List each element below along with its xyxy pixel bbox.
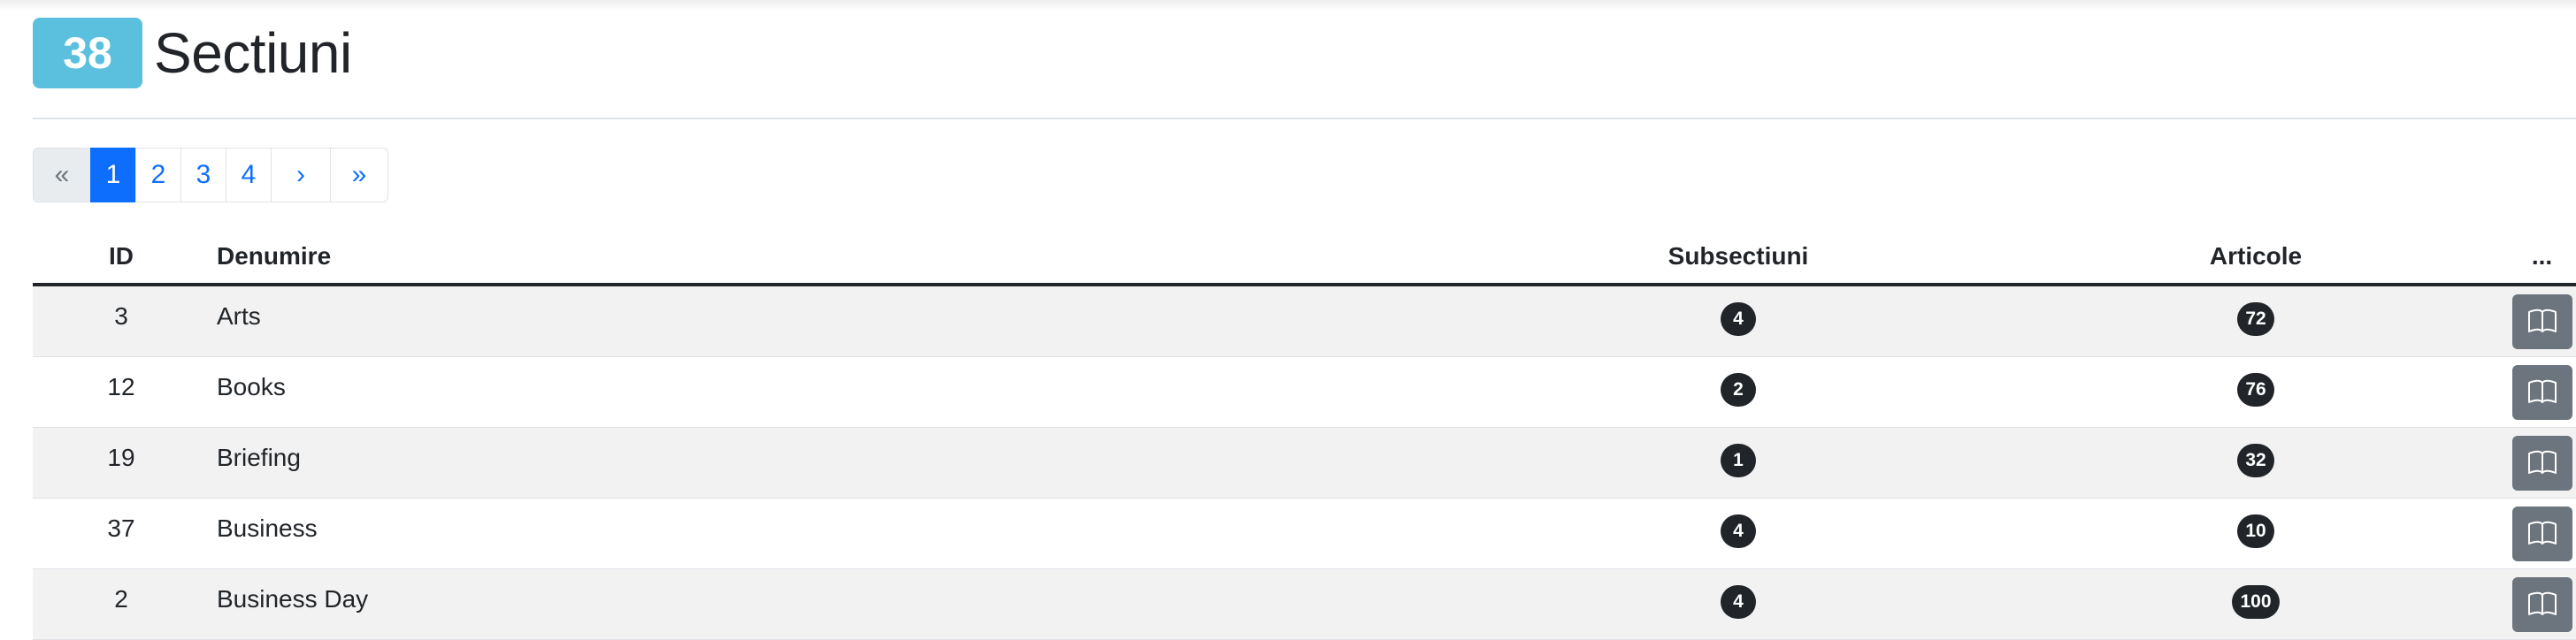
subsections-count-badge: 4: [1721, 302, 1756, 336]
top-shadow: [0, 0, 2576, 11]
view-section-button[interactable]: [2511, 577, 2572, 632]
book-open-icon: [2527, 309, 2557, 332]
view-section-button[interactable]: [2511, 294, 2572, 349]
table-row: 2 Business Day 4 100: [33, 568, 2576, 640]
articles-count-badge: 10: [2237, 514, 2274, 548]
table-header-row: ID Denumire Subsectiuni Articole ...: [33, 230, 2576, 286]
column-header-articles: Articole: [2004, 230, 2508, 286]
column-header-name: Denumire: [210, 230, 1473, 286]
pagination-page-2[interactable]: 2: [135, 148, 181, 202]
table-row: 12 Books 2 76: [33, 356, 2576, 428]
view-section-button[interactable]: [2511, 436, 2572, 491]
page-header: 38 Sectiuni: [33, 18, 352, 88]
row-name-link[interactable]: Arts: [217, 286, 1473, 331]
row-name-link[interactable]: Briefing: [217, 428, 1473, 472]
articles-count-badge: 32: [2237, 444, 2274, 477]
row-id: 37: [107, 514, 135, 542]
pagination-last-button[interactable]: »: [330, 148, 388, 202]
articles-count-badge: 76: [2237, 373, 2274, 407]
row-id: 12: [107, 373, 135, 400]
book-open-icon: [2527, 379, 2557, 403]
row-name-link[interactable]: Business Day: [217, 569, 1473, 613]
row-id: 3: [114, 302, 128, 330]
view-section-button[interactable]: [2511, 507, 2572, 561]
row-id: 2: [114, 585, 128, 613]
header-divider: [33, 118, 2576, 119]
table-row: 19 Briefing 1 32: [33, 427, 2576, 499]
page-title: Sectiuni: [154, 21, 352, 85]
section-count-badge: 38: [33, 18, 142, 88]
subsections-count-badge: 4: [1721, 585, 1756, 619]
pagination-page-3[interactable]: 3: [180, 148, 226, 202]
book-open-icon: [2527, 450, 2557, 474]
pagination-next-button[interactable]: ›: [271, 148, 331, 202]
row-name-link[interactable]: Books: [217, 357, 1473, 401]
articles-count-badge: 72: [2237, 302, 2274, 336]
articles-count-badge: 100: [2232, 585, 2280, 619]
pagination-page-4[interactable]: 4: [226, 148, 272, 202]
book-open-icon: [2527, 591, 2557, 615]
pagination-first-button[interactable]: «: [33, 148, 91, 202]
pagination-page-1[interactable]: 1: [90, 148, 136, 202]
row-name-link[interactable]: Business: [217, 499, 1473, 543]
column-header-subsections: Subsectiuni: [1473, 230, 2004, 286]
table-row: 3 Arts 4 72: [33, 285, 2576, 357]
subsections-count-badge: 1: [1721, 444, 1756, 477]
row-id: 19: [107, 444, 135, 471]
subsections-count-badge: 4: [1721, 514, 1756, 548]
pagination: « 1 2 3 4 › »: [33, 148, 388, 202]
book-open-icon: [2527, 521, 2557, 545]
table-row: 37 Business 4 10: [33, 498, 2576, 569]
sections-table: ID Denumire Subsectiuni Articole ... 3 A…: [33, 230, 2576, 640]
column-header-actions: ...: [2508, 230, 2576, 286]
subsections-count-badge: 2: [1721, 373, 1756, 407]
column-header-id: ID: [33, 230, 210, 286]
view-section-button[interactable]: [2511, 365, 2572, 420]
